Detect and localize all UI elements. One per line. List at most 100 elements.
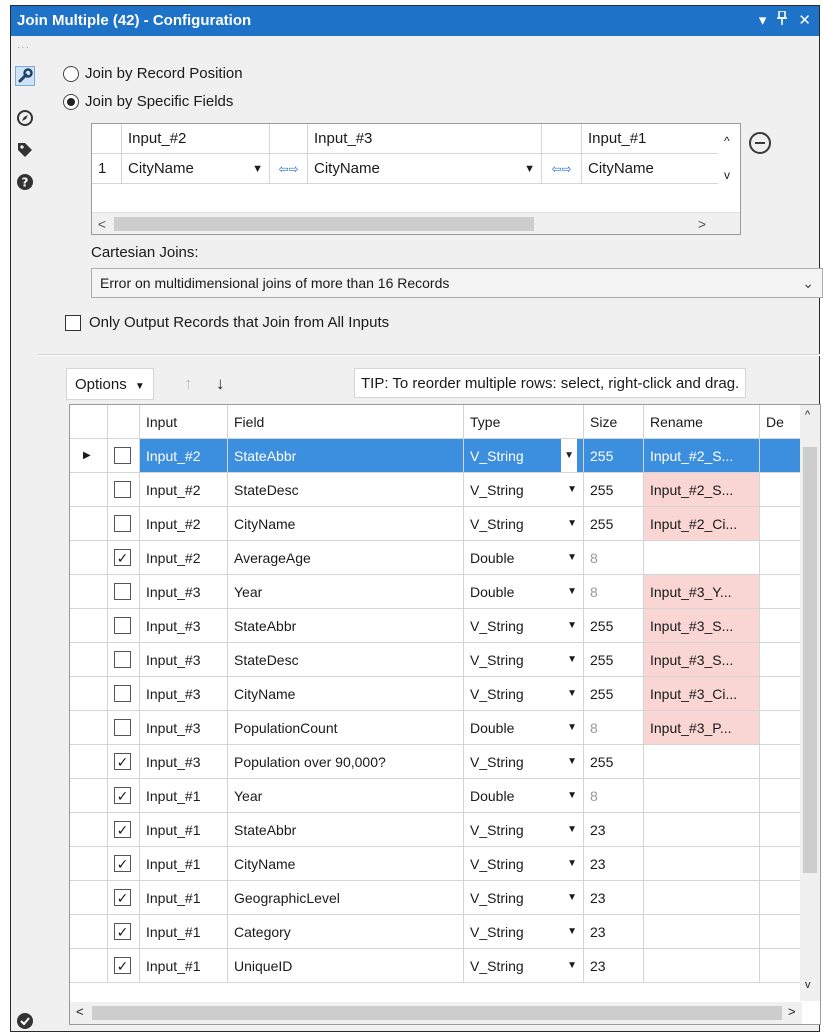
cell-type-select[interactable]: V_String ▼ (464, 473, 584, 507)
chevron-down-icon[interactable]: ▼ (567, 575, 577, 608)
dropdown-icon[interactable]: ▾ (759, 6, 767, 36)
cell-size[interactable]: 8 (584, 575, 644, 609)
cell-rename[interactable] (644, 745, 760, 779)
select-checkbox-cell[interactable] (108, 643, 140, 677)
scroll-down-icon[interactable]: v (724, 168, 730, 182)
select-checkbox-cell[interactable]: ✓ (108, 915, 140, 949)
only-output-checkbox[interactable]: Only Output Records that Join from All I… (65, 314, 389, 331)
field-checkbox[interactable] (114, 685, 131, 702)
cell-type-select[interactable]: V_String ▼ (464, 915, 584, 949)
radio-join-by-fields[interactable]: Join by Specific Fields (63, 93, 233, 110)
cell-description[interactable] (760, 507, 802, 541)
chevron-down-icon[interactable]: ▼ (567, 779, 577, 812)
chevron-down-icon[interactable]: ▼ (567, 609, 577, 642)
remove-join-button[interactable] (749, 132, 771, 154)
cell-description[interactable] (760, 575, 802, 609)
cell-type-select[interactable]: V_String ▼ (464, 643, 584, 677)
radio-dot[interactable] (63, 65, 79, 82)
compass-icon[interactable] (15, 108, 35, 128)
cell-rename[interactable]: Input_#2_S... (644, 439, 760, 473)
scroll-down-icon[interactable]: v (805, 979, 811, 991)
cell-size[interactable]: 8 (584, 711, 644, 745)
scroll-thumb[interactable] (114, 217, 534, 231)
chevron-down-icon[interactable]: ▼ (567, 881, 577, 914)
scroll-left-icon[interactable]: < (76, 1004, 84, 1019)
cell-size[interactable]: 23 (584, 915, 644, 949)
cell-description[interactable] (760, 711, 802, 745)
field-checkbox[interactable] (114, 583, 131, 600)
cell-type-select[interactable]: V_String ▼ (464, 609, 584, 643)
cell-type-select[interactable]: V_String ▼ (464, 881, 584, 915)
chevron-down-icon[interactable]: ▼ (567, 677, 577, 710)
select-checkbox-cell[interactable] (108, 473, 140, 507)
cell-size[interactable]: 23 (584, 813, 644, 847)
field-checkbox[interactable] (114, 651, 131, 668)
chevron-down-icon[interactable]: ▼ (567, 507, 577, 540)
cell-size[interactable]: 23 (584, 949, 644, 983)
cell-size[interactable]: 255 (584, 643, 644, 677)
cell-rename[interactable] (644, 813, 760, 847)
field-checkbox[interactable]: ✓ (114, 889, 131, 906)
cell-rename[interactable]: Input_#3_P... (644, 711, 760, 745)
join-field-select-input2[interactable]: CityName ▼ (122, 154, 270, 184)
field-checkbox[interactable] (114, 719, 131, 736)
chevron-down-icon[interactable]: ▼ (567, 949, 577, 982)
row-selector[interactable] (70, 949, 108, 983)
select-checkbox-cell[interactable]: ✓ (108, 779, 140, 813)
close-icon[interactable]: ✕ (798, 6, 811, 36)
cell-type-select[interactable]: V_String ▼ (464, 949, 584, 983)
select-checkbox-cell[interactable]: ✓ (108, 813, 140, 847)
select-checkbox-cell[interactable]: ✓ (108, 847, 140, 881)
cell-type-select[interactable]: Double ▼ (464, 541, 584, 575)
row-selector[interactable] (70, 915, 108, 949)
select-checkbox-cell[interactable]: ✓ (108, 541, 140, 575)
field-checkbox[interactable]: ✓ (114, 957, 131, 974)
cell-size[interactable]: 255 (584, 507, 644, 541)
field-checkbox[interactable]: ✓ (114, 855, 131, 872)
scroll-right-icon[interactable]: > (788, 1004, 796, 1019)
cell-size[interactable]: 23 (584, 847, 644, 881)
cell-type-select[interactable]: V_String ▼ (464, 507, 584, 541)
scroll-right-icon[interactable]: > (692, 213, 712, 234)
move-up-icon[interactable]: ↑ (184, 374, 193, 394)
cell-size[interactable]: 255 (584, 473, 644, 507)
join-grid-hscroll[interactable]: < > (92, 212, 740, 234)
row-selector[interactable] (70, 541, 108, 575)
chevron-down-icon[interactable]: ▼ (567, 745, 577, 778)
cell-rename[interactable]: Input_#3_S... (644, 609, 760, 643)
wrench-icon[interactable] (15, 66, 35, 86)
cell-description[interactable] (760, 847, 802, 881)
row-selector[interactable] (70, 847, 108, 881)
cell-size[interactable]: 255 (584, 609, 644, 643)
select-checkbox-cell[interactable]: ✓ (108, 745, 140, 779)
row-selector[interactable] (70, 813, 108, 847)
select-checkbox-cell[interactable] (108, 609, 140, 643)
select-checkbox-cell[interactable] (108, 575, 140, 609)
pin-icon[interactable] (776, 6, 788, 36)
scroll-left-icon[interactable]: < (92, 213, 112, 234)
cell-type-select[interactable]: V_String ▼ (464, 813, 584, 847)
cell-size[interactable]: 255 (584, 439, 644, 473)
radio-dot-selected[interactable] (63, 93, 79, 110)
field-checkbox[interactable]: ✓ (114, 787, 131, 804)
join-grid-vscroll[interactable]: ^ v (718, 124, 740, 214)
row-selector[interactable] (70, 473, 108, 507)
cell-rename[interactable]: Input_#2_S... (644, 473, 760, 507)
field-checkbox[interactable]: ✓ (114, 923, 131, 940)
chevron-down-icon[interactable]: ▼ (567, 711, 577, 744)
join-field-select-input1[interactable]: CityName (582, 154, 720, 184)
cell-size[interactable]: 23 (584, 881, 644, 915)
row-selector[interactable] (70, 609, 108, 643)
cell-description[interactable] (760, 813, 802, 847)
row-selector[interactable] (70, 575, 108, 609)
cell-rename[interactable]: Input_#3_Y... (644, 575, 760, 609)
chevron-down-icon[interactable]: ▼ (567, 541, 577, 574)
row-selector[interactable] (70, 677, 108, 711)
chevron-down-icon[interactable]: ▼ (252, 154, 263, 184)
cell-description[interactable] (760, 949, 802, 983)
cell-rename[interactable] (644, 541, 760, 575)
cell-description[interactable] (760, 779, 802, 813)
join-field-select-input3[interactable]: CityName ▼ (308, 154, 542, 184)
row-selector[interactable]: ▶ (70, 439, 108, 473)
cell-size[interactable]: 8 (584, 779, 644, 813)
